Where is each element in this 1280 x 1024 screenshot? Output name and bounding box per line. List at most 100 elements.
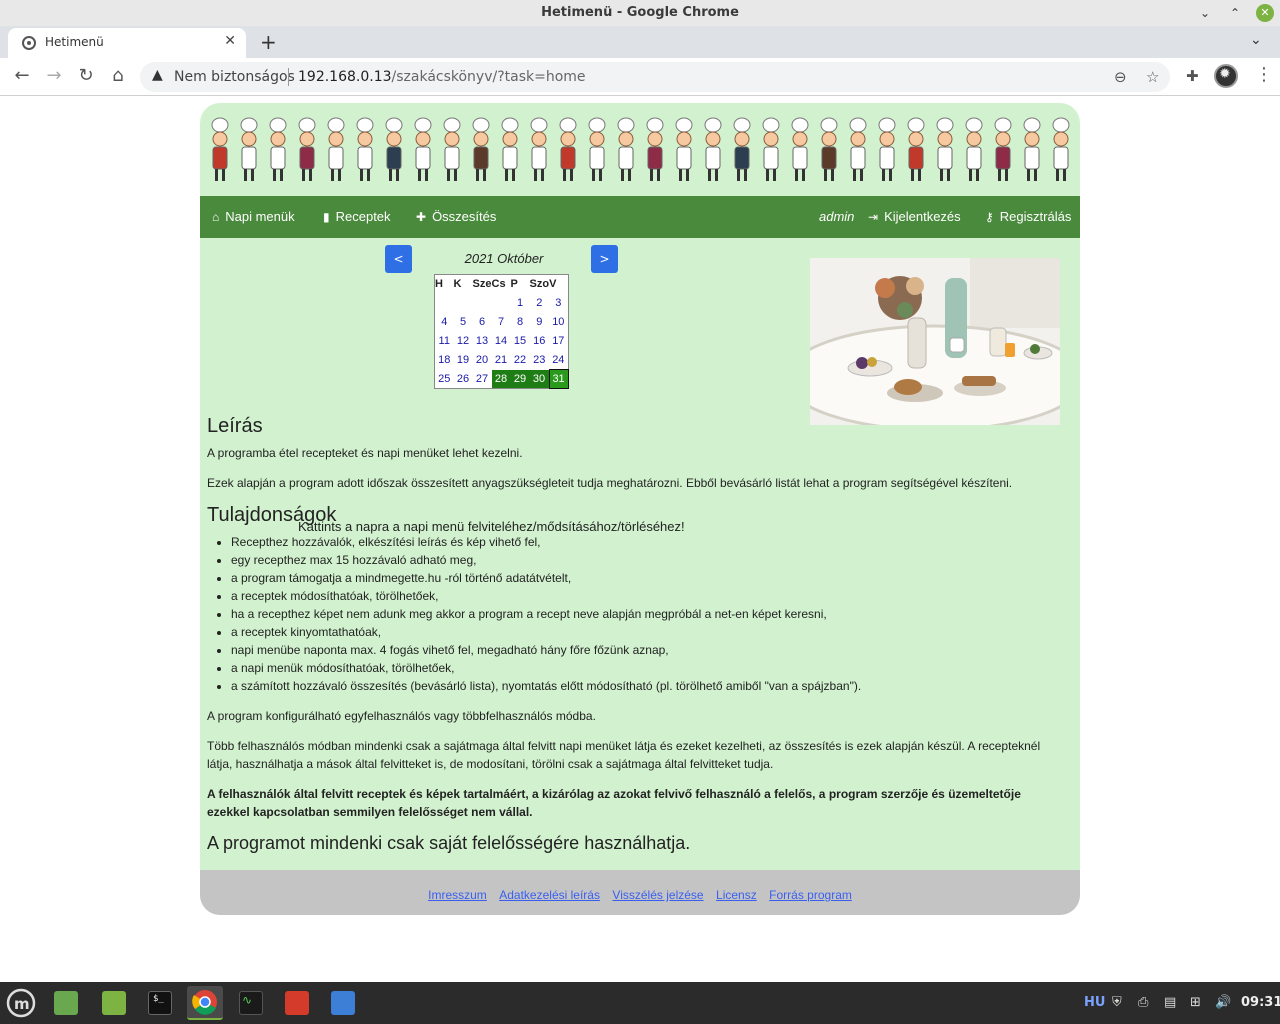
footer-link-impresszum[interactable]: Imresszum [428, 888, 487, 902]
feature-item: egy recepthez max 15 hozzávaló adható me… [231, 551, 1057, 569]
files-folder-icon[interactable] [48, 986, 84, 1020]
calendar-day[interactable]: 12 [454, 332, 473, 351]
printer-icon[interactable]: ⎙ [1138, 995, 1148, 1010]
mint-menu-icon[interactable]: m [3, 986, 39, 1020]
window-title: Hetimenü - Google Chrome [541, 5, 739, 20]
fish-app-icon[interactable] [325, 986, 361, 1020]
calendar-day[interactable]: 7 [492, 313, 511, 332]
bookmark-star-icon[interactable]: ☆ [1146, 68, 1159, 86]
calendar-next-button[interactable]: > [591, 245, 618, 273]
address-bar[interactable]: ▲ Nem biztonságos 192.168.0.13/szakácskö… [140, 62, 1170, 92]
profile-avatar-icon[interactable] [1214, 64, 1238, 88]
calendar-day[interactable]: 9 [530, 313, 550, 332]
chrome-icon[interactable] [187, 986, 223, 1020]
chef-figure [617, 117, 635, 181]
page-footer: Imresszum Adatkezelési leírás Visszélés … [200, 870, 1080, 915]
forward-arrow-icon[interactable]: → [43, 65, 65, 86]
back-arrow-icon[interactable]: ← [11, 65, 33, 86]
calendar-day[interactable]: 3 [549, 294, 568, 313]
weekday-header: Sze [472, 278, 492, 291]
calendar-day[interactable]: 22 [511, 351, 530, 370]
calendar-day[interactable]: 14 [492, 332, 511, 351]
chef-figure [820, 117, 838, 181]
weekday-header: K [453, 278, 462, 291]
maximize-icon[interactable]: ⌃ [1226, 4, 1244, 22]
nav-osszesites-label: Összesítés [432, 209, 497, 224]
footer-link-visszeles[interactable]: Visszélés jelzése [612, 888, 703, 902]
clock[interactable]: 09:31 [1241, 995, 1280, 1010]
warning-triangle-icon[interactable]: ▲ [152, 67, 163, 83]
calendar-day[interactable]: 28 [491, 369, 511, 389]
footer-link-adatkezeles[interactable]: Adatkezelési leírás [499, 888, 600, 902]
home-folder-icon[interactable] [96, 986, 132, 1020]
calendar-day[interactable]: 23 [530, 351, 550, 370]
globe-icon [22, 36, 36, 50]
calendar-day[interactable]: 18 [435, 351, 454, 370]
shield-icon[interactable]: ⛨ [1112, 995, 1122, 1010]
calendar-day[interactable]: 10 [549, 313, 568, 332]
nav-napi-menuk[interactable]: ⌂ Napi menük [212, 209, 295, 224]
new-tab-plus-icon[interactable]: + [260, 30, 277, 54]
calendar-day[interactable]: 19 [454, 351, 473, 370]
calendar-day[interactable]: 25 [435, 370, 454, 389]
nav-logout[interactable]: ⇥ Kijelentkezés [868, 209, 961, 224]
calendar-weekday-row: H K Sze Cs P Szo V [435, 275, 569, 294]
kebab-menu-icon[interactable]: ⋮ [1255, 64, 1273, 85]
nav-osszesites[interactable]: ✚ Összesítés [416, 209, 496, 224]
footer-link-forras[interactable]: Forrás program [769, 888, 852, 902]
calendar-day[interactable]: 17 [549, 332, 568, 351]
system-monitor-icon[interactable]: ∿ [233, 986, 269, 1020]
volume-icon[interactable]: 🔊 [1215, 995, 1231, 1010]
calendar-day[interactable]: 20 [473, 351, 492, 370]
key-icon: ⚷ [985, 210, 994, 224]
svg-text:m: m [14, 995, 30, 1013]
tab-hetimenu[interactable]: Hetimenü ✕ [8, 28, 246, 58]
clipboard-icon[interactable]: ▤ [1164, 995, 1176, 1010]
calendar-day[interactable]: 4 [435, 313, 454, 332]
calendar-day[interactable]: 11 [435, 332, 454, 351]
close-window-icon[interactable]: ✕ [1256, 4, 1274, 22]
nav-napi-menuk-label: Napi menük [225, 209, 295, 224]
feature-item: a receptek módosíthatóak, törölhetőek, [231, 587, 1057, 605]
config-paragraph: A program konfigurálható egyfelhasználós… [207, 709, 596, 723]
extensions-puzzle-icon[interactable]: ✚ [1186, 67, 1199, 85]
zoom-icon[interactable]: ⊖ [1114, 68, 1127, 86]
reload-icon[interactable]: ↻ [75, 65, 97, 86]
chef-figure [907, 117, 925, 181]
calendar-week-row: 123 [435, 294, 569, 313]
chef-figure [356, 117, 374, 181]
disclaimer-paragraph: A felhasználók által felvitt receptek és… [207, 787, 1021, 819]
footer-link-licensz[interactable]: Licensz [716, 888, 757, 902]
calendar-day[interactable]: 31 [548, 369, 569, 389]
calendar-day[interactable]: 27 [473, 370, 492, 389]
calendar-day[interactable]: 26 [454, 370, 473, 389]
tab-search-chevron-icon[interactable]: ⌄ [1250, 32, 1262, 48]
security-label[interactable]: Nem biztonságos [174, 69, 295, 85]
calendar-day[interactable]: 30 [529, 369, 550, 389]
home-icon[interactable]: ⌂ [107, 65, 129, 86]
anydesk-icon[interactable] [279, 986, 315, 1020]
close-tab-icon[interactable]: ✕ [224, 33, 236, 49]
calendar-day[interactable]: 8 [511, 313, 530, 332]
terminal-icon[interactable]: $_ [142, 986, 178, 1020]
keyboard-language[interactable]: HU [1084, 995, 1105, 1010]
minimize-icon[interactable]: ⌄ [1196, 4, 1214, 22]
calendar-day[interactable]: 5 [454, 313, 473, 332]
calendar-prev-button[interactable]: < [385, 245, 412, 273]
calendar-day[interactable]: 13 [473, 332, 492, 351]
calendar-day[interactable]: 21 [492, 351, 511, 370]
calendar-day[interactable]: 15 [511, 332, 530, 351]
network-icon[interactable]: ⊞ [1190, 995, 1201, 1010]
nav-register-label: Regisztrálás [999, 209, 1072, 224]
calendar-day[interactable]: 2 [530, 294, 550, 313]
calendar-day[interactable]: 24 [549, 351, 568, 370]
calendar-day[interactable]: 6 [473, 313, 492, 332]
calendar-day[interactable]: 29 [510, 369, 530, 389]
nav-register[interactable]: ⚷ Regisztrálás [985, 209, 1071, 224]
calendar-day[interactable]: 1 [511, 294, 530, 313]
url-text[interactable]: 192.168.0.13/szakácskönyv/?task=home [298, 69, 586, 85]
chef-banner [200, 103, 1080, 196]
feature-item: napi menübe naponta max. 4 fogás vihető … [231, 641, 1057, 659]
calendar-day[interactable]: 16 [530, 332, 550, 351]
nav-receptek[interactable]: ▮ Receptek [323, 209, 391, 224]
